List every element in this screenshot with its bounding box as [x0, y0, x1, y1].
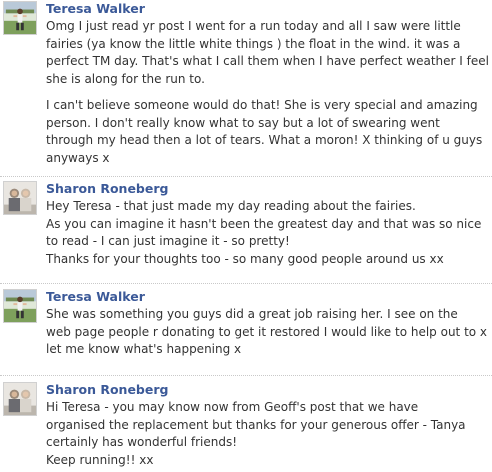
comment-author-link[interactable]: Sharon Roneberg: [46, 381, 492, 399]
comment-thread: Teresa Walker Omg I just read yr post I …: [0, 0, 492, 471]
comment-post: Teresa Walker She was something you guys…: [0, 284, 492, 376]
comment-post: Teresa Walker Omg I just read yr post I …: [0, 0, 492, 177]
comment-text: She was something you guys did a great j…: [46, 307, 488, 356]
comment-text: Omg I just read yr post I went for a run…: [46, 19, 489, 86]
comment-text: I can't believe someone would do that! S…: [46, 98, 483, 165]
couple-avatar-icon[interactable]: [3, 181, 37, 215]
comment-post: Sharon Roneberg Hey Teresa - that just m…: [0, 177, 492, 284]
comment-post: Sharon Roneberg Hi Teresa - you may know…: [0, 376, 492, 471]
couple-avatar-icon[interactable]: [3, 382, 37, 416]
comment-text: Hi Teresa - you may know now from Geoff'…: [46, 400, 466, 467]
comment-author-link[interactable]: Teresa Walker: [46, 288, 492, 306]
comment-author-link[interactable]: Teresa Walker: [46, 0, 492, 18]
runner-avatar-icon[interactable]: [3, 289, 37, 323]
runner-avatar-icon[interactable]: [3, 1, 37, 35]
comment-text: Hey Teresa - that just made my day readi…: [46, 199, 482, 266]
comment-author-link[interactable]: Sharon Roneberg: [46, 180, 492, 198]
